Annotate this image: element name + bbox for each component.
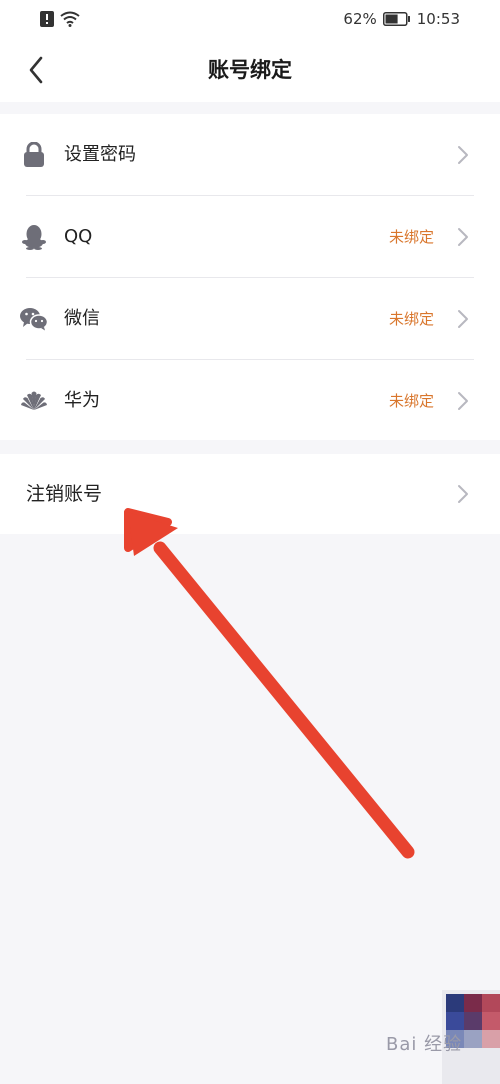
status-right: 62% 10:53: [343, 8, 460, 30]
wifi-icon: [60, 11, 80, 27]
binding-list: 设置密码 QQ 未绑定 微信 未绑定 华为 未绑定: [0, 114, 500, 440]
qq-binding-row[interactable]: QQ 未绑定: [0, 196, 500, 277]
set-password-row[interactable]: 设置密码: [0, 114, 500, 195]
row-label: 微信: [64, 308, 100, 329]
lock-icon: [20, 142, 48, 168]
row-label: QQ: [64, 226, 93, 247]
notification-alert-icon: [40, 11, 54, 27]
chevron-right-icon: [458, 310, 468, 328]
binding-status: 未绑定: [388, 310, 434, 328]
qq-icon: [20, 224, 48, 250]
wechat-binding-row[interactable]: 微信 未绑定: [0, 278, 500, 359]
status-left: [40, 10, 80, 28]
binding-status: 未绑定: [388, 228, 434, 246]
row-label: 设置密码: [64, 144, 136, 165]
battery-percent: 62%: [343, 10, 377, 28]
huawei-icon: [20, 388, 48, 414]
watermark-text: Bai 经验: [386, 1034, 463, 1055]
nav-bar: 账号绑定: [0, 38, 500, 102]
huawei-binding-row[interactable]: 华为 未绑定: [0, 360, 500, 441]
page-title: 账号绑定: [208, 58, 292, 82]
row-label: 华为: [64, 390, 100, 411]
chevron-right-icon: [458, 485, 468, 503]
chevron-right-icon: [458, 392, 468, 410]
cancel-account-row[interactable]: 注销账号: [0, 454, 500, 534]
wechat-icon: [20, 306, 48, 332]
chevron-right-icon: [458, 228, 468, 246]
binding-status: 未绑定: [388, 392, 434, 410]
baidu-watermark: Bai 经验: [376, 990, 500, 1084]
clock: 10:53: [416, 10, 460, 28]
status-bar: 62% 10:53: [0, 0, 500, 38]
battery-icon: [382, 12, 410, 26]
chevron-right-icon: [458, 146, 468, 164]
cancel-account-label: 注销账号: [26, 483, 103, 505]
